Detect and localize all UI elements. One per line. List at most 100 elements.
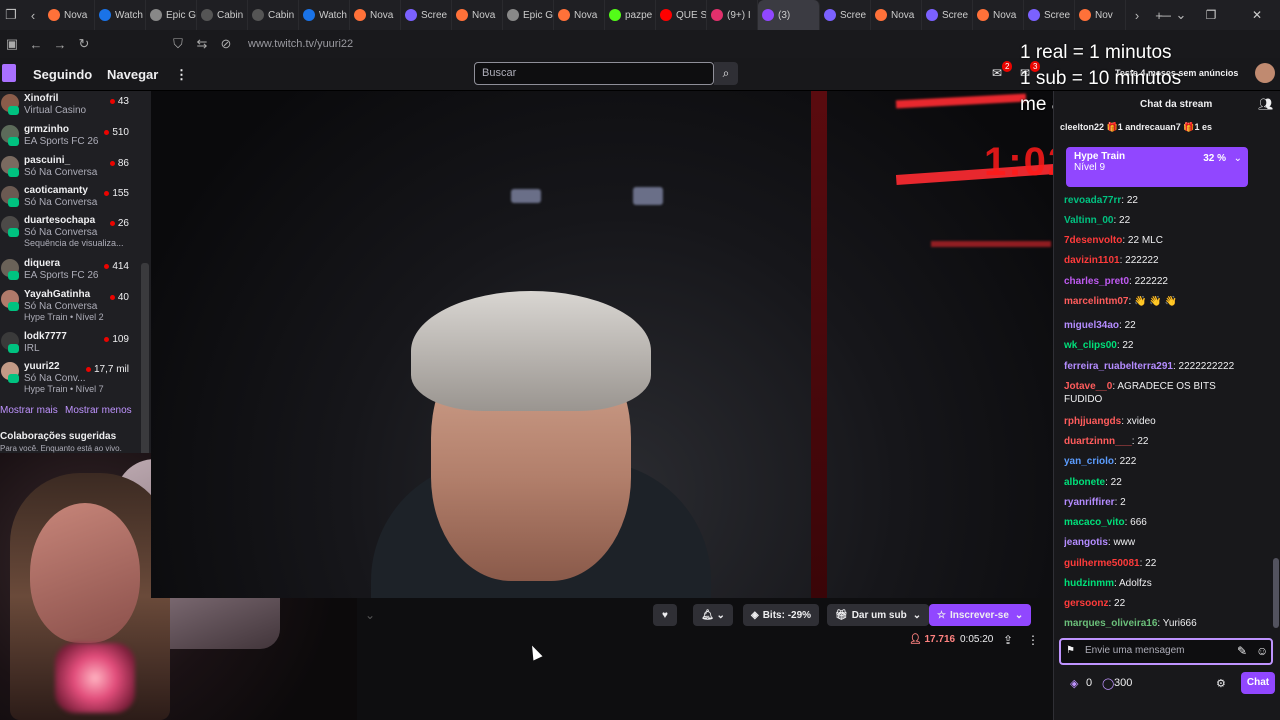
browser-tab[interactable]: Nov [1075,0,1126,30]
chat-username[interactable]: guilherme50081 [1064,558,1140,569]
chat-username[interactable]: albonete [1064,477,1105,488]
tab-scroll-left-icon[interactable]: ‹ [22,8,44,23]
sidebar-channel[interactable]: yuuri22 Só Na Conv... 17,7 mil Hype Trai… [0,359,151,394]
chevron-down-icon[interactable]: ⌄ [1234,153,1242,164]
notification-bell-button[interactable]: 🔔︎ ⌄ [693,604,733,626]
tab-search-icon[interactable]: ❐ [0,7,22,23]
forward-icon[interactable]: → [48,37,72,52]
twitch-logo-icon[interactable] [2,64,16,82]
browser-tab[interactable]: pazpe [605,0,656,30]
chat-username[interactable]: jeangotis [1064,537,1108,548]
browser-tab[interactable]: Scree [1024,0,1075,30]
following-link[interactable]: Seguindo [33,67,92,82]
browser-tab[interactable]: Nova [350,0,401,30]
more-options-icon[interactable]: ⋮ [1027,633,1039,647]
chat-username[interactable]: gersoonz [1064,598,1108,609]
gift-sub-button[interactable]: 🎁︎ Dar um sub ⌄ [827,604,930,626]
tab-label: Nova [64,9,88,21]
chat-username[interactable]: davizin1101 [1064,255,1120,266]
chat-username[interactable]: revoada77rr [1064,195,1121,206]
browser-tab[interactable]: Scree [820,0,871,30]
sidebar-channel[interactable]: duartesochapa Só Na Conversa 26 Sequênci… [0,213,151,248]
notifications-icon[interactable]: ✉ [992,66,1002,80]
minimize-button[interactable]: — [1142,8,1188,22]
chat-username[interactable]: Valtinn_00 [1064,215,1113,226]
browser-tab[interactable]: Scree [401,0,452,30]
collapse-chevron-icon[interactable]: ⌄ [365,608,375,622]
chat-username[interactable]: charles_pret0 [1064,276,1129,287]
chat-username[interactable]: Jotave__0 [1064,381,1112,392]
video-player[interactable] [151,91,1053,598]
chat-username[interactable]: 7desenvolto [1064,235,1122,246]
channel-viewers: 109 [104,334,129,345]
browser-tab[interactable]: Cabin [197,0,248,30]
share-icon[interactable]: ⇪ [1003,633,1013,647]
channel-points-icon[interactable]: ◯ [1102,677,1114,690]
chat-username[interactable]: hudzinmm [1064,578,1114,589]
shield-icon[interactable]: ⛉ [166,36,190,52]
browser-tab[interactable]: Nova [973,0,1024,30]
chat-users-icon[interactable]: 👥︎ [1258,97,1273,111]
sidebar-channel[interactable]: caoticamanty Só Na Conversa 155 [0,183,151,213]
sidebar-toggle-icon[interactable]: ▣ [0,36,24,52]
sidebar-channel[interactable]: lodk7777 IRL 109 [0,329,151,359]
user-avatar[interactable] [1255,63,1275,83]
sidebar-channel[interactable]: Xinofril Virtual Casino 43 [0,91,151,121]
bits-small-icon[interactable]: ◈ [1070,677,1078,690]
hype-train-banner[interactable]: Hype Train Nível 9 32 % ⌄ [1066,147,1248,187]
chat-settings-icon[interactable]: ⚙ [1216,677,1226,690]
browser-tab[interactable]: Nova [44,0,95,30]
browser-tab[interactable]: Nova [871,0,922,30]
maximize-button[interactable]: ❐ [1188,8,1234,22]
chat-username[interactable]: marques_oliveira16 [1064,618,1157,629]
sidebar-channel[interactable]: pascuini_ Só Na Conversa 86 [0,153,151,183]
gift-leaderboard[interactable]: cleelton22 🎁1 andrecauan7 🎁1 es [1060,122,1212,133]
follow-heart-button[interactable]: ♥ [653,604,677,626]
browser-tab[interactable]: (9+) I [707,0,758,30]
browser-tab[interactable]: Watch [95,0,146,30]
chat-username[interactable]: duartzinnn___ [1064,436,1132,447]
url-field[interactable]: www.twitch.tv/yuuri22 [248,38,353,50]
search-input[interactable]: Buscar [474,62,714,85]
browser-tab[interactable]: QUE S [656,0,707,30]
chat-username[interactable]: yan_criolo [1064,456,1114,467]
browser-tab[interactable]: Nova [554,0,605,30]
live-dot-icon [109,160,115,166]
browse-link[interactable]: Navegar [107,67,158,82]
chat-scrollbar[interactable] [1273,558,1279,628]
chat-badge-icon[interactable]: ⚑ [1066,645,1075,656]
close-window-button[interactable]: ✕ [1234,8,1280,22]
reload-icon[interactable]: ↻ [72,36,96,52]
emote-icon[interactable]: ☺ [1256,644,1268,658]
show-less-link[interactable]: Mostrar menos [65,405,132,416]
sidebar-channel[interactable]: YayahGatinha Só Na Conversa 40 Hype Trai… [0,287,151,322]
chat-username[interactable]: wk_clips00 [1064,340,1117,351]
chat-username[interactable]: ferreira_ruabelterra291 [1064,361,1173,372]
sidebar-channel[interactable]: grmzinho EA Sports FC 26 510 [0,122,151,152]
browser-tab[interactable]: Nova [452,0,503,30]
browser-tab[interactable]: (3) [758,0,820,30]
bits-button[interactable]: ◈ Bits: -29% [743,604,820,626]
browser-tab[interactable]: Scree [922,0,973,30]
chat-username[interactable]: ryanriffirer [1064,497,1115,508]
browser-tab[interactable]: Epic G [146,0,197,30]
chat-message: ryanriffirer: 2 [1064,497,1274,508]
chat-username[interactable]: macaco_vito [1064,517,1125,528]
bits-cheer-icon[interactable]: ✎ [1237,644,1247,658]
subscribe-button[interactable]: ☆ Inscrever-se ⌄ [929,604,1032,626]
browser-tab[interactable]: Cabin [248,0,299,30]
chat-send-button[interactable]: Chat [1241,672,1275,694]
show-more-link[interactable]: Mostrar mais [0,405,58,416]
chat-username[interactable]: rphjjuangds [1064,416,1121,427]
browser-tab[interactable]: Watch [299,0,350,30]
sidebar-channel[interactable]: diquera EA Sports FC 26 414 [0,256,151,286]
tab-favicon-icon [303,9,315,21]
tracking-icon[interactable]: ⊘ [214,36,238,52]
browser-tab[interactable]: Epic G [503,0,554,30]
search-icon[interactable]: ⌕ [714,62,738,85]
site-settings-icon[interactable]: ⇆ [190,36,214,52]
chat-username[interactable]: miguel34ao [1064,320,1119,331]
more-menu-icon[interactable]: ⋮ [175,67,188,83]
chat-username[interactable]: marcelintm07 [1064,296,1128,307]
back-icon[interactable]: ← [24,37,48,52]
